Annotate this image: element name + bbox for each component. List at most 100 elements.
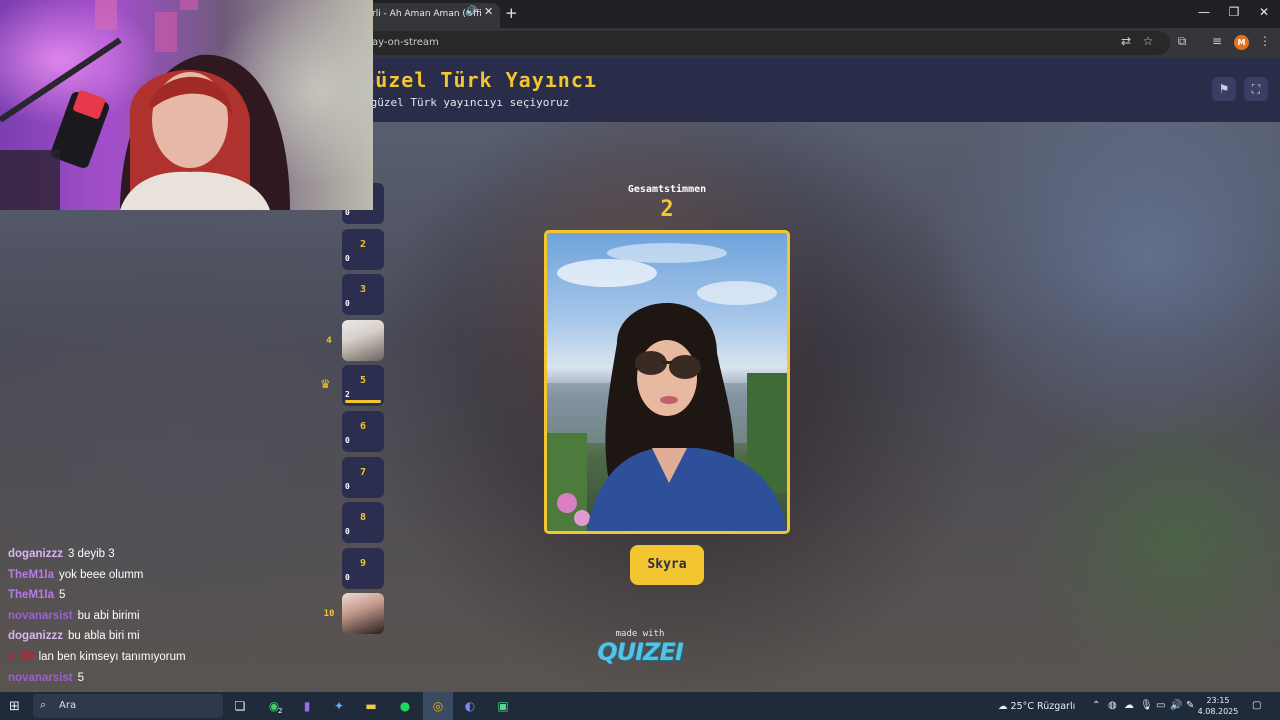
restore-icon[interactable]: ❐ [1224,5,1244,19]
windows-start-icon[interactable]: ⊞ [9,699,20,714]
tray-chevron-icon[interactable]: ⌃ [1092,700,1100,711]
ranking-position-label: 10 [323,609,335,619]
chat-message: TheM1la 5 [8,589,65,601]
chat-message: doganizzz 3 deyib 3 [8,548,115,560]
ranking-card[interactable]: 60 [342,411,384,452]
webcam-overlay [0,0,373,210]
ranking-position: 3 [359,284,367,295]
extensions-icon[interactable]: ⧉ [1173,34,1191,49]
profile-avatar[interactable]: M [1234,35,1249,50]
windows-taskbar: ⊞ ⌕ Ara ❏ ◉ 2 ▮ ✦ ▬ ● ◎ ◐ ▣ ☁ 25°C Rüzga… [0,692,1280,720]
tray-camera-icon[interactable]: ◍ [1108,700,1117,711]
search-icon: ⌕ [40,698,47,711]
streaming-app-icon[interactable]: ▣ [494,698,512,714]
ranking-thumbnail[interactable] [342,593,384,634]
ranking-votes: 0 [345,436,350,445]
ranking-vote-bar [345,400,381,403]
close-tab-icon[interactable]: ✕ [484,5,493,18]
chat-username[interactable]: doganizzz [8,548,63,560]
ranking-votes: 2 [345,390,350,399]
crown-icon: ♛ [320,377,331,391]
fullscreen-button[interactable]: ⛶ [1244,77,1268,101]
discord-icon[interactable]: ◐ [461,698,479,714]
ranking-votes: 0 [345,482,350,491]
new-tab-button[interactable]: + [505,4,518,22]
chat-message: x_00 lan ben kimseyı tanımıyorum [8,651,186,663]
flag-button[interactable]: ⚑ [1212,77,1236,101]
chrome-icon[interactable]: ◎ [429,698,447,714]
chat-message: novanarsist 5 [8,672,84,684]
weather-widget[interactable]: ☁ 25°C Rüzgarlı [998,701,1075,712]
tray-cloud-icon[interactable]: ☁ [1124,700,1134,711]
clock-date: 4.08.2025 [1197,707,1239,716]
candidate-photo[interactable] [544,230,790,534]
ranking-card[interactable]: 80 [342,502,384,543]
ranking-position: 2 [359,239,367,250]
chat-text: 5 [77,672,84,684]
ranking-position-label: 4 [326,336,332,346]
menu-icon[interactable]: ⋮ [1256,34,1274,48]
page-subtitle: En güzel Türk yayıncıyı seçiyoruz [350,96,570,109]
taskbar-clock[interactable]: 23:15 4.08.2025 [1196,695,1240,717]
chat-username[interactable]: TheM1la [8,569,54,581]
close-window-icon[interactable]: ✕ [1254,5,1274,19]
ranking-position: 6 [359,421,367,432]
microphone-icon[interactable]: 🎙 [1140,700,1153,711]
spotify-icon[interactable]: ● [396,698,414,714]
chat-username[interactable]: doganizzz [8,630,63,642]
chat-message: TheM1la yok beee olumm [8,569,143,581]
flag-icon: ⚑ [1218,82,1230,96]
ranking-thumbnail[interactable] [342,320,384,361]
url-text: ay-on-stream [372,37,439,48]
pen-icon[interactable]: ✎ [1186,700,1194,711]
task-view-icon[interactable]: ❏ [231,698,249,714]
search-placeholder: Ara [59,700,77,711]
notification-icon[interactable]: ▢ [1252,700,1261,711]
chat-message: novanarsist bu abi birimi [8,610,140,622]
ranking-card[interactable]: 52 [342,365,384,406]
minimize-icon[interactable]: — [1194,5,1214,19]
candidate-photo-image [547,243,787,531]
quizei-logo[interactable]: QUIZEI [590,638,690,666]
address-bar[interactable]: ay-on-stream [362,31,1170,55]
chat-username[interactable]: x_00 [8,651,34,663]
chat-text: 5 [59,589,66,601]
star-icon[interactable]: ☆ [1139,34,1157,48]
translate-icon[interactable]: ⇄ [1117,34,1135,48]
speaker-icon[interactable]: 🔊 [465,6,477,17]
chat-text: bu abla biri mi [67,630,140,642]
votes-label: Gesamtstimmen [627,184,707,195]
chat-text: lan ben kimseyı tanımıyorum [38,651,186,663]
ranking-card[interactable]: 90 [342,548,384,589]
ranking-position: 7 [359,467,367,478]
fullscreen-icon: ⛶ [1251,82,1261,96]
chat-username[interactable]: novanarsist [8,610,73,622]
streamer-camera-image [0,0,290,210]
volume-icon[interactable]: 🔊 [1170,700,1182,711]
media-control-icon[interactable]: ≡ [1208,34,1226,48]
network-icon[interactable]: ▭ [1156,700,1165,711]
chat-username[interactable]: novanarsist [8,672,73,684]
taskbar-search[interactable]: ⌕ Ara [33,694,223,718]
chat-text: bu abi birimi [77,610,140,622]
chat-username[interactable]: TheM1la [8,589,54,601]
ranking-card[interactable]: 20 [342,229,384,270]
ranking-card[interactable]: 70 [342,457,384,498]
ranking-position: 9 [359,558,367,569]
chat-text: yok beee olumm [59,569,144,581]
ranking-card[interactable]: 30 [342,274,384,315]
whatsapp-badge: 2 [278,707,283,715]
chat-text: 3 deyib 3 [67,548,115,560]
video-editor-icon[interactable]: ▮ [298,698,316,714]
ranking-votes: 0 [345,527,350,536]
file-explorer-icon[interactable]: ▬ [362,698,380,714]
copilot-icon[interactable]: ✦ [330,698,348,714]
ranking-position: 5 [359,375,367,386]
chat-message: doganizzz bu abla biri mi [8,630,140,642]
browser-tab[interactable]: rli - Ah Aman Aman (Offi [362,3,500,28]
clock-time: 23:15 [1206,696,1230,705]
weather-text: 25°C Rüzgarlı [1010,701,1076,712]
candidate-name-button[interactable]: Skyra [630,545,704,585]
ranking-votes: 0 [345,254,350,263]
ranking-position: 8 [359,512,367,523]
